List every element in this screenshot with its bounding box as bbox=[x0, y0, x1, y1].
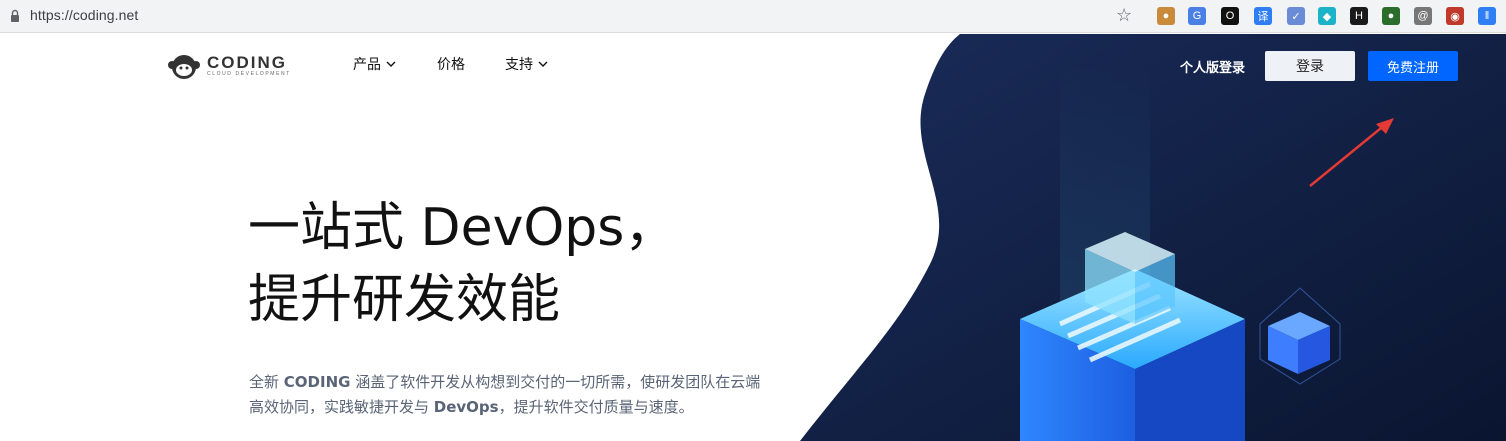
browser-address-bar: https://coding.net ☆ ● G O 译 ✓ ◆ H ● @ ◉ ‖ bbox=[0, 0, 1506, 33]
cube-extension-icon[interactable]: ◆ bbox=[1318, 7, 1336, 25]
logo-subtitle: CLOUD DEVELOPMENT bbox=[207, 71, 291, 77]
coding-logo[interactable]: CODING CLOUD DEVELOPMENT bbox=[167, 52, 291, 80]
lock-icon bbox=[11, 9, 19, 22]
nav-products-label: 产品 bbox=[353, 57, 381, 73]
nav-pricing[interactable]: 价格 bbox=[437, 54, 465, 74]
cookie-extension-icon[interactable]: ● bbox=[1157, 7, 1175, 25]
translate-extension-icon[interactable]: G bbox=[1188, 7, 1206, 25]
circle-extension-icon[interactable]: O bbox=[1221, 7, 1239, 25]
chevron-down-icon bbox=[386, 61, 396, 67]
hero-headline-line1: 一站式 DevOps， bbox=[248, 198, 677, 258]
hero-headline-line2: 提升研发效能 bbox=[248, 270, 561, 330]
swirl-extension-icon[interactable]: @ bbox=[1414, 7, 1432, 25]
bars-extension-icon[interactable]: ‖ bbox=[1478, 7, 1496, 25]
hero-description: 全新 CODING 涵盖了软件开发从构想到交付的一切所需，使研发团队在云端高效协… bbox=[249, 370, 769, 420]
check-extension-icon[interactable]: ✓ bbox=[1287, 7, 1305, 25]
hero-desc-suffix: ，提升软件交付质量与速度。 bbox=[498, 398, 694, 416]
landing-page: CODING CLOUD DEVELOPMENT 产品 价格 支持 个人版登录 … bbox=[0, 34, 1506, 441]
personal-login-link[interactable]: 个人版登录 bbox=[1180, 57, 1245, 76]
register-button[interactable]: 免费注册 bbox=[1368, 51, 1458, 81]
bookmark-star-icon[interactable]: ☆ bbox=[1116, 5, 1132, 26]
hero-headline: 一站式 DevOps， 提升研发效能 bbox=[248, 192, 676, 336]
hero-desc-brand2: DevOps bbox=[433, 398, 499, 416]
nav-pricing-label: 价格 bbox=[437, 57, 465, 73]
mask-extension-icon[interactable]: ◉ bbox=[1446, 7, 1464, 25]
hero-desc-brand: CODING bbox=[283, 373, 351, 391]
nav-support[interactable]: 支持 bbox=[505, 54, 548, 74]
chevron-down-icon bbox=[538, 61, 548, 67]
monkey-logo-icon bbox=[168, 55, 200, 79]
nav-products[interactable]: 产品 bbox=[353, 54, 396, 74]
url-text[interactable]: https://coding.net bbox=[30, 7, 138, 23]
logo-title: CODING bbox=[207, 53, 287, 72]
hero-desc-prefix: 全新 bbox=[249, 373, 284, 391]
login-button[interactable]: 登录 bbox=[1265, 51, 1355, 81]
translator-extension-icon[interactable]: 译 bbox=[1254, 7, 1272, 25]
annotation-arrow-icon bbox=[1309, 118, 1394, 187]
h-extension-icon[interactable]: H bbox=[1350, 7, 1368, 25]
nav-support-label: 支持 bbox=[505, 57, 533, 73]
green-ball-extension-icon[interactable]: ● bbox=[1382, 7, 1400, 25]
